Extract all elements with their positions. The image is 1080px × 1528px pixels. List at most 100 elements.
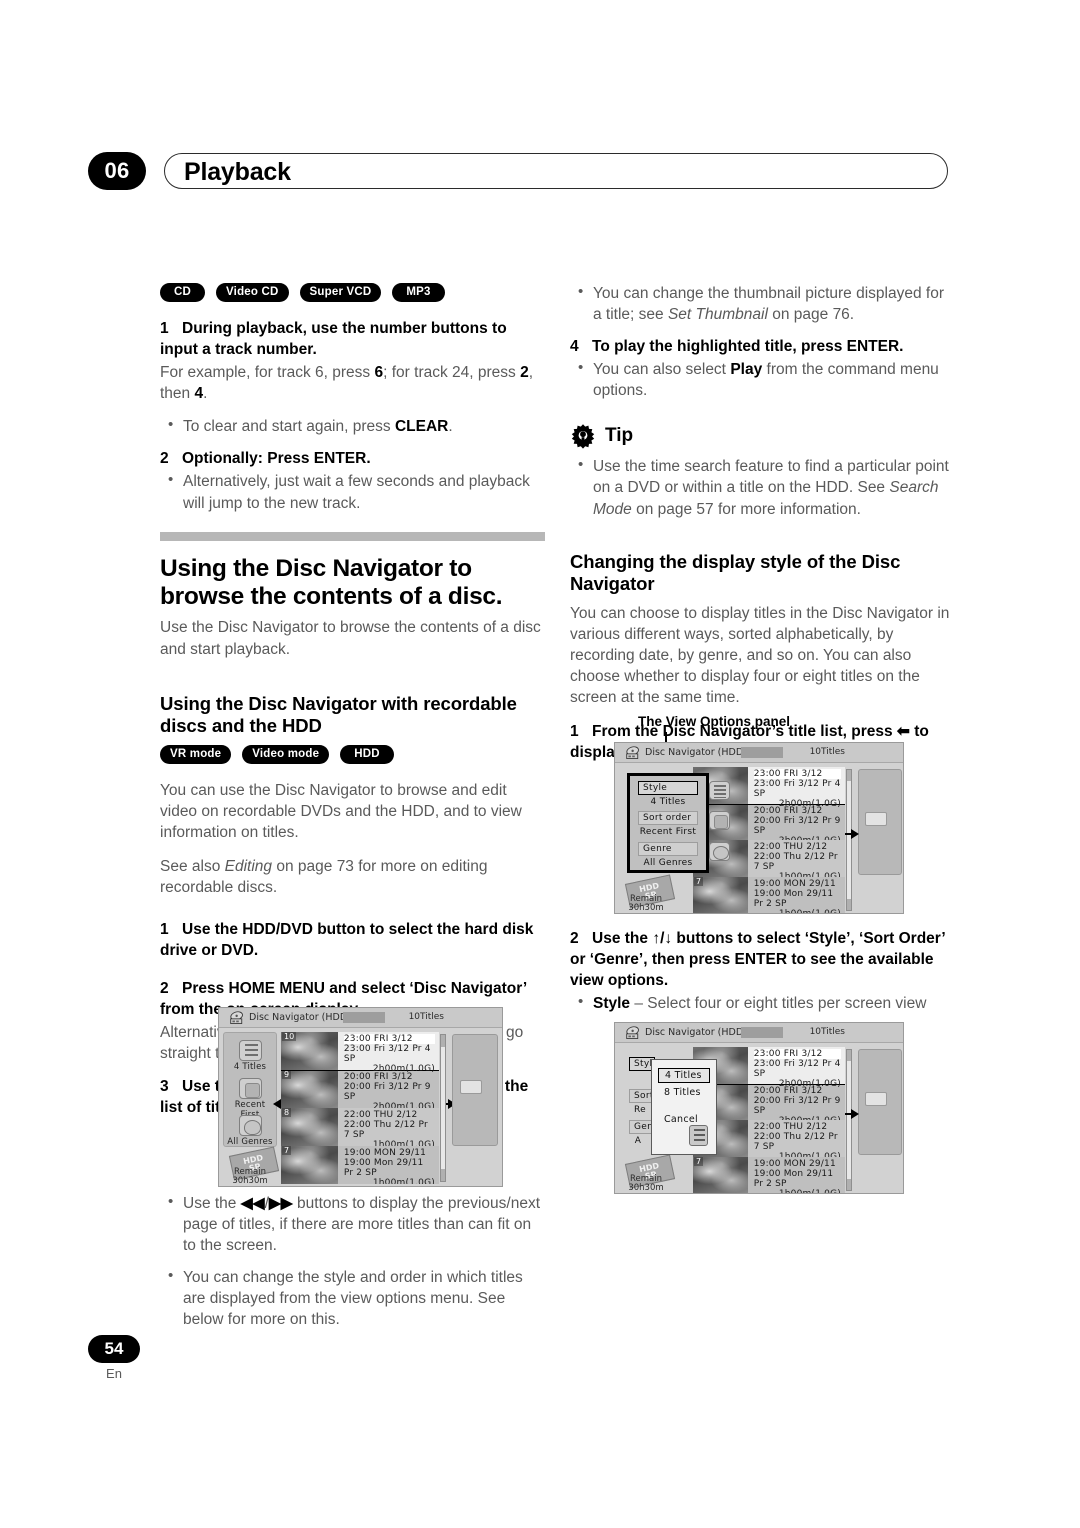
osd-command-box-2[interactable] [865,812,887,826]
osd-title-line2-2-3: 22:00 Thu 2/12 Pr 7 SP [753,852,838,872]
osd-scroll-thumb-3[interactable] [847,1061,851,1179]
set-thumbnail-ref: Set Thumbnail [667,306,768,324]
vo-group-sort[interactable]: Sort order Recent First [638,811,698,837]
osd-title-line3-2-4: 1h00m(1.0G) [754,909,841,914]
right-arrow-stem-3 [845,1113,853,1115]
osd-title-line2-3-4: 19:00 Mon 29/11 Pr 2 SP [753,1168,834,1189]
osd-title-line2-1: 23:00 Fri 3/12 Pr 4 SP [343,1044,431,1064]
osd-title-num-2-4: 7 [694,876,704,886]
step-1-key-6: 6 [374,364,384,382]
page-language: En [106,1366,122,1381]
osd-title-line2-2-2: 20:00 Fri 3/12 Pr 9 SP [753,815,841,836]
osd-thumbnail-2-4: 7 [693,876,748,913]
section-divider-rule [160,531,545,541]
style-submenu[interactable]: 4 Titles 8 Titles Cancel [651,1059,717,1155]
style-submenu-item-4titles[interactable]: 4 Titles [658,1068,710,1083]
vstep-2-number: 2 [570,930,579,947]
step-1-bullet: To clear and start again, press CLEAR. [160,415,545,437]
osd-title-line1-1: 23:00 FRI 3/12 [343,1034,435,1044]
osd-title-list-1[interactable]: 10 23:00 FRI 3/12 23:00 Fri 3/12 Pr 4 SP… [281,1032,439,1184]
vstep-2-bullet-style: Style – Select four or eight titles per … [570,992,955,1014]
callout-label: The View Options panel [638,714,791,729]
osd-side-item-sort-1[interactable]: Recent First [224,1078,276,1120]
osd-title-line1-3: 22:00 THU 2/12 [343,1110,418,1120]
right-column-step2: 2 Use the ↑/↓ buttons to select ‘Style’, … [570,928,955,1025]
osd-scrollbar-2[interactable] [846,769,852,911]
right-column: You can change the thumbnail picture dis… [570,282,955,766]
vo-field-sort-order[interactable]: Sort order [638,811,698,825]
osd-title-line2-3-3: 22:00 Thu 2/12 Pr 7 SP [753,1132,838,1152]
vo-group-style[interactable]: Style 4 Titles [638,781,698,807]
osd-scroll-thumb-1[interactable] [441,1046,445,1170]
osd-window-title-3: Disc Navigator (HDD) [645,1027,747,1038]
right-arrow-stem-2 [845,833,853,835]
vo-field-genre[interactable]: Genre [638,842,698,856]
osd-view-options-sidebar-1[interactable]: 4 Titles Recent First All Genres [223,1032,277,1147]
osd-title-line3-3-4: 1h00m(1.0G) [754,1189,841,1194]
disc-navigator-screenshot-1: Disc Navigator (HDD) 10Titles 4 Titles R… [218,1007,503,1187]
osd-title-info-1: 23:00 FRI 3/12 23:00 Fri 3/12 Pr 4 SP 2h… [337,1032,439,1074]
osd-title-line2-3: 22:00 Thu 2/12 Pr 7 SP [343,1120,428,1140]
osd-window-title-1: Disc Navigator (HDD) [249,1012,351,1023]
see-also-editing-ref: Editing [224,858,273,876]
osd-command-panel-3[interactable] [858,1049,902,1155]
osd-title-info-2-1: 23:00 FRI 3/12 23:00 Fri 3/12 Pr 4 SP 2h… [747,767,845,809]
osd-title-info-3: 22:00 THU 2/12 22:00 Thu 2/12 Pr 7 SP 1h… [337,1108,439,1150]
osd-title-num-3-4: 7 [694,1156,704,1166]
view-options-panel[interactable]: Style 4 Titles Sort order Recent First G… [627,773,730,873]
bullet-skip-a: Use the [183,1195,241,1212]
step-4-bullet-a: You can also select [593,361,731,379]
osd-remain-value-2: 30h30m [628,903,664,914]
left-column: CD Video CD Super VCD MP3 1 During playba… [160,283,545,1120]
osd-title-info-4: 19:00 MON 29/11 19:00 Mon 29/11 Pr 2 SP … [337,1146,439,1184]
display-style-intro: You can choose to display titles in the … [570,605,950,707]
skip-back-icon: ◀◀ [240,1195,265,1212]
osd-side-item-genre-1[interactable]: All Genres [224,1115,276,1147]
osd-scrollbar-1[interactable] [440,1034,446,1182]
vstep-2-bullet-b: – Select four or eight titles per screen… [630,995,927,1013]
step-1: 1 During playback, use the number buttons… [160,318,545,360]
mode-badge-hdd: HDD [340,744,394,764]
step-1-key-2: 2 [520,364,529,382]
page-number-badge: 54 [88,1335,140,1363]
vo-group-genre[interactable]: Genre All Genres [638,842,698,868]
osd-title-line3-4: 1h00m(1.0G) [372,1178,435,1184]
mode-badge-video: Video mode [242,744,330,764]
osd-scrollbar-3[interactable] [846,1049,852,1191]
vo-field-style[interactable]: Style [638,781,698,795]
osd-title-row-2[interactable]: 9 20:00 FRI 3/12 20:00 Fri 3/12 Pr 9 SP … [281,1070,439,1112]
tip-header: Tip [570,423,955,449]
osd-title-line1-3-1: 23:00 FRI 3/12 [753,1049,841,1059]
osd-title-line1-2-4: 19:00 MON 29/11 [753,878,836,889]
osd-title-info-3-4: 19:00 MON 29/11 19:00 Mon 29/11 Pr 2 SP … [747,1156,845,1194]
osd-title-count-2: 10Titles [809,747,845,757]
step-2-title: Optionally: Press ENTER. [182,450,371,468]
step-4-key-play: Play [730,361,763,379]
osd-title-row-2-4[interactable]: 7 19:00 MON 29/11 19:00 Mon 29/11 Pr 2 S… [693,876,845,914]
osd-side-item-style-1[interactable]: 4 Titles [224,1040,276,1072]
left-column-bullets: Use the ◀◀/▶▶ buttons to display the pre… [160,1192,545,1341]
osd-command-panel-2[interactable] [858,769,902,875]
bullet-skip-buttons: Use the ◀◀/▶▶ buttons to display the pre… [160,1192,545,1256]
step-1-body-g: . [203,385,208,403]
osd-scroll-thumb-2[interactable] [847,781,851,899]
osd-command-box-3[interactable] [865,1092,887,1106]
sort-order-icon-panel [709,811,730,830]
osd-title-row-1[interactable]: 10 23:00 FRI 3/12 23:00 Fri 3/12 Pr 4 SP… [281,1032,439,1074]
osd-command-box-1[interactable] [460,1080,482,1094]
section-heading-display-style: Changing the display style of the Disc N… [570,550,901,594]
vo-value-sort-short: Re [634,1105,646,1115]
page-title: Playback [184,158,291,186]
osd-title-info-3-3: 22:00 THU 2/12 22:00 Thu 2/12 Pr 7 SP 1h… [747,1120,845,1162]
osd-title-row-3[interactable]: 8 22:00 THU 2/12 22:00 Thu 2/12 Pr 7 SP … [281,1108,439,1150]
bullet-thumbnail: You can change the thumbnail picture dis… [570,282,955,325]
mode-badge-vr: VR mode [160,744,232,764]
subheading-recordable-discs: Using the Disc Navigator with recordable… [160,692,517,736]
osd-command-panel-1[interactable] [452,1034,498,1146]
osd-title-num-3: 8 [282,1108,292,1117]
style-submenu-item-8titles[interactable]: 8 Titles [658,1086,710,1099]
tip-bullet: Use the time search feature to find a pa… [570,455,955,519]
osd-title-row-3-4[interactable]: 7 19:00 MON 29/11 19:00 Mon 29/11 Pr 2 S… [693,1156,845,1194]
rstep-1-number: 1 [160,921,169,939]
osd-title-row-4[interactable]: 7 19:00 MON 29/11 19:00 Mon 29/11 Pr 2 S… [281,1146,439,1184]
